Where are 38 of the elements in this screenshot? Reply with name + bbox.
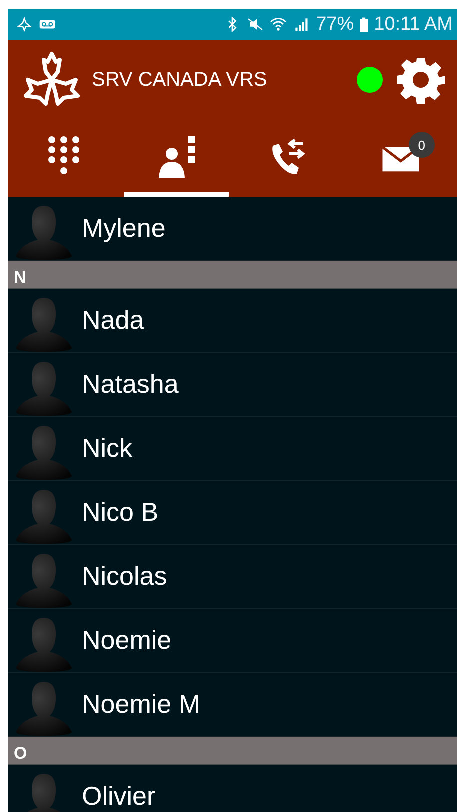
contact-name: Natasha (82, 369, 179, 400)
contact-name: Noemie (82, 625, 172, 656)
avatar-icon (14, 296, 74, 352)
wifi-icon (270, 17, 288, 32)
mute-icon (247, 17, 264, 32)
avatar-icon (14, 360, 74, 416)
contact-row[interactable]: Olivier (8, 765, 457, 812)
app-title: SRV CANADA VRS (92, 68, 268, 92)
contact-row[interactable]: Noemie (8, 609, 457, 673)
contact-name: Olivier (82, 781, 156, 812)
contact-row[interactable]: Natasha (8, 353, 457, 417)
contact-name: Noemie M (82, 689, 200, 720)
settings-icon[interactable] (397, 56, 445, 104)
unread-count: 0 (408, 132, 435, 158)
contact-row[interactable]: Nico B (8, 481, 457, 545)
contact-name: Nico B (82, 497, 159, 528)
avatar-icon (14, 204, 74, 260)
avatar-icon (14, 424, 74, 480)
contact-name: Nick (82, 433, 133, 464)
avatar-icon (14, 552, 74, 608)
avatar-icon (14, 680, 74, 736)
messages-tab[interactable]: 0 (348, 120, 453, 197)
contact-name: Nicolas (82, 561, 168, 592)
avatar-icon (14, 616, 74, 672)
contact-name: Mylene (82, 213, 166, 244)
contact-row[interactable]: Nicolas (8, 545, 457, 609)
contacts-icon (156, 134, 196, 178)
contact-row[interactable]: Nick (8, 417, 457, 481)
contact-row[interactable]: Nada (8, 289, 457, 353)
section-header: N (8, 261, 457, 289)
section-header: O (8, 737, 457, 765)
logo-icon (16, 17, 33, 32)
battery-level: 77% (316, 14, 354, 36)
contact-name: Nada (82, 305, 144, 336)
avatar-icon (14, 488, 74, 544)
clock: 10:11 AM (374, 14, 453, 36)
battery-icon (360, 16, 368, 32)
signal-icon (293, 17, 310, 32)
